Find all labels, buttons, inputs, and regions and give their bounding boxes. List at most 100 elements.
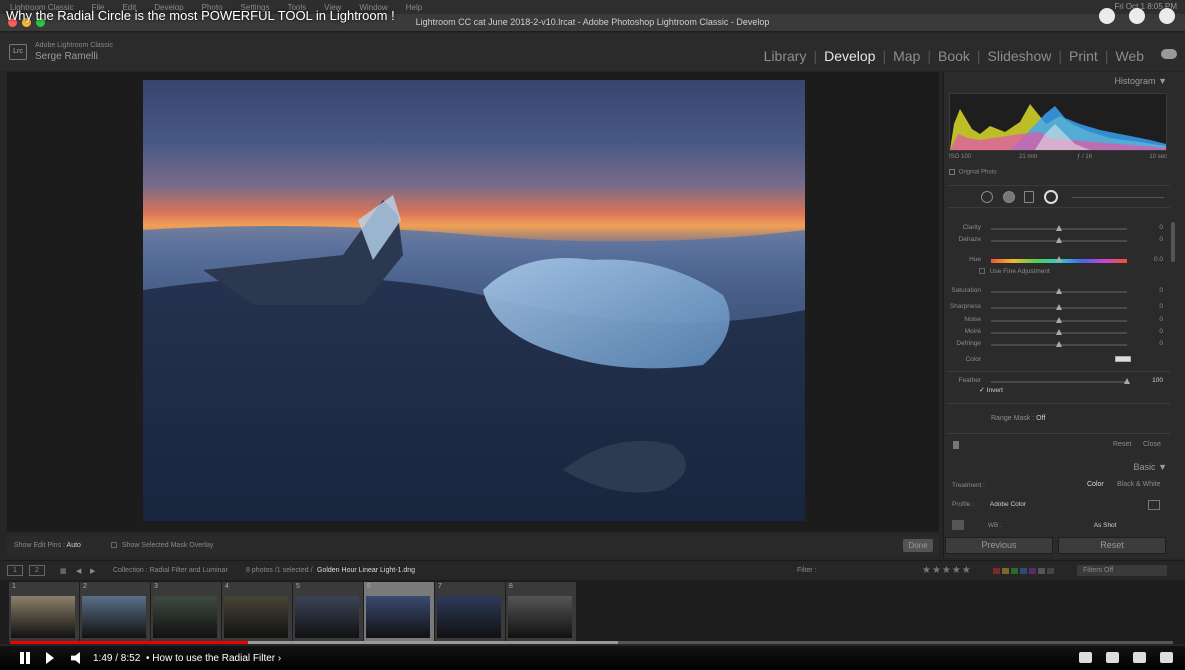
original-photo-checkbox[interactable] [949, 169, 955, 175]
slider-noise[interactable]: Noise 0 [947, 314, 1163, 326]
filmstrip-thumbnail[interactable]: 8 [506, 582, 576, 642]
slider-track[interactable] [991, 304, 1127, 310]
done-button[interactable]: Done [903, 539, 933, 552]
mask-close-button[interactable]: Close [1143, 441, 1161, 448]
invert-toggle[interactable]: ✓ Invert [979, 386, 1003, 394]
fullscreen-icon[interactable] [1160, 652, 1173, 663]
settings-gear-icon[interactable] [1133, 652, 1146, 663]
forward-arrow-icon[interactable]: ▶ [90, 567, 95, 575]
next-video-icon[interactable] [46, 652, 54, 664]
edit-pins-control[interactable]: Show Edit Pins : Auto [14, 542, 81, 549]
previous-button[interactable]: Previous [945, 537, 1053, 554]
range-mask-value[interactable]: Off [1036, 415, 1045, 422]
feather-track[interactable] [991, 378, 1130, 384]
info-icon[interactable] [1159, 8, 1175, 24]
histogram-header[interactable]: Histogram ▼ [1115, 76, 1167, 86]
eyedropper-icon[interactable] [952, 520, 964, 530]
filmstrip-thumbnail[interactable]: 4 [222, 582, 292, 642]
filmstrip-thumbnail[interactable]: 5 [293, 582, 363, 642]
profile-browser-icon[interactable] [1148, 500, 1160, 510]
checkmark-icon[interactable]: ✓ [979, 387, 985, 394]
autoplay-toggle-icon[interactable] [1079, 652, 1092, 663]
feather-thumb[interactable] [1124, 378, 1130, 384]
wb-dropdown[interactable]: As Shot [1094, 522, 1117, 529]
module-web[interactable]: Web [1108, 48, 1151, 64]
slider-thumb[interactable] [1056, 256, 1062, 262]
treatment-color-option[interactable]: Color [1087, 481, 1104, 488]
slider-saturation[interactable]: Saturation 0 [947, 285, 1163, 297]
slider-thumb[interactable] [1056, 288, 1062, 294]
module-slideshow[interactable]: Slideshow [981, 48, 1059, 64]
module-library[interactable]: Library [757, 48, 814, 64]
pause-icon[interactable] [18, 651, 32, 665]
graduated-filter-icon[interactable] [1024, 191, 1034, 203]
slider-dehaze[interactable]: Dehaze 0 [947, 234, 1163, 246]
feather-value[interactable]: 100 [1152, 377, 1163, 384]
color-swatch[interactable] [1115, 356, 1131, 362]
menu-item[interactable]: Help [406, 3, 422, 12]
module-develop[interactable]: Develop [817, 48, 882, 64]
thumbnail-image[interactable] [508, 596, 572, 638]
slider-thumb[interactable] [1056, 225, 1062, 231]
mask-toggle-switch[interactable] [953, 441, 959, 449]
red-eye-icon[interactable] [1003, 191, 1015, 203]
collection-source[interactable]: Collection : Radial Filter and Luminar [113, 567, 228, 574]
range-mask-control[interactable]: Range Mask : Off [991, 415, 1045, 422]
slider-value[interactable]: 0.0 [1154, 256, 1163, 263]
selected-filename[interactable]: Golden Hour Linear Light-1.dng [317, 567, 415, 574]
thumbnail-image[interactable] [82, 596, 146, 638]
slider-value[interactable]: 0 [1159, 340, 1163, 347]
slider-value[interactable]: 0 [1159, 224, 1163, 231]
basic-header[interactable]: Basic ▼ [1134, 462, 1167, 472]
profile-dropdown[interactable]: Adobe Color [990, 501, 1026, 508]
slider-track[interactable] [991, 341, 1127, 347]
slider-clarity[interactable]: Clarity 0 [947, 222, 1163, 234]
module-print[interactable]: Print [1062, 48, 1105, 64]
histogram[interactable] [949, 93, 1167, 151]
slider-moir[interactable]: Moiré 0 [947, 326, 1163, 338]
mask-reset-button[interactable]: Reset [1113, 441, 1131, 448]
slider-track[interactable] [991, 225, 1127, 231]
slider-thumb[interactable] [1056, 304, 1062, 310]
filmstrip-thumbnail[interactable]: 7 [435, 582, 505, 642]
spot-removal-icon[interactable] [981, 191, 993, 203]
main-photo[interactable] [143, 80, 805, 521]
panel-scrollbar[interactable] [1171, 222, 1175, 262]
slider-hue[interactable]: Hue 0.0 [947, 254, 1163, 266]
treatment-bw-option[interactable]: Black & White [1117, 481, 1161, 488]
back-arrow-icon[interactable]: ◀ [76, 567, 81, 575]
module-map[interactable]: Map [886, 48, 927, 64]
filmstrip-thumbnail[interactable]: 6 [364, 582, 434, 642]
slider-track[interactable] [991, 256, 1127, 263]
slider-thumb[interactable] [1056, 341, 1062, 347]
grid-icon[interactable]: ▦ [60, 567, 67, 575]
fine-adjustment-checkbox[interactable] [979, 268, 985, 275]
slider-track[interactable] [991, 317, 1127, 323]
filmstrip-thumbnail[interactable]: 2 [80, 582, 150, 642]
video-title[interactable]: Why the Radial Circle is the most POWERF… [6, 8, 395, 23]
edit-pins-value[interactable]: Auto [67, 542, 81, 549]
module-book[interactable]: Book [931, 48, 977, 64]
slider-value[interactable]: 0 [1159, 316, 1163, 323]
radial-filter-icon[interactable] [1044, 190, 1058, 204]
video-progress-bar[interactable] [10, 641, 1173, 644]
slider-track[interactable] [991, 288, 1127, 294]
thumbnail-image[interactable] [437, 596, 501, 638]
slider-sharpness[interactable]: Sharpness 0 [947, 301, 1163, 313]
slider-track[interactable] [991, 237, 1127, 243]
slider-thumb[interactable] [1056, 317, 1062, 323]
slider-value[interactable]: 0 [1159, 287, 1163, 294]
thumbnail-image[interactable] [224, 596, 288, 638]
slider-thumb[interactable] [1056, 237, 1062, 243]
slider-thumb[interactable] [1056, 329, 1062, 335]
rating-filter-stars[interactable]: ★★★★★ [922, 565, 972, 576]
cloud-sync-icon[interactable] [1161, 49, 1177, 59]
thumbnail-image[interactable] [366, 596, 430, 638]
subtitles-icon[interactable] [1106, 652, 1119, 663]
primary-window-button[interactable]: 1 [7, 565, 23, 576]
secondary-window-button[interactable]: 2 [29, 565, 45, 576]
image-canvas[interactable] [7, 72, 939, 532]
mask-overlay-toggle[interactable]: Show Selected Mask Overlay [111, 542, 213, 549]
slider-defringe[interactable]: Defringe 0 [947, 338, 1163, 350]
slider-value[interactable]: 0 [1159, 303, 1163, 310]
